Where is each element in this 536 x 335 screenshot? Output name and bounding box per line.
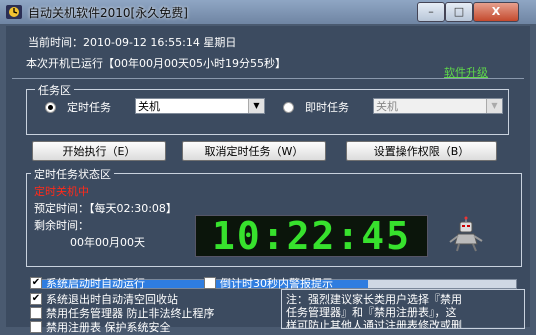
instant-task-value: 关机	[376, 100, 398, 113]
note-box: 注：强烈建议家长类用户选择『禁用 任务管理器』和『禁用注册表』，这 样可防止其他…	[281, 289, 525, 329]
cancel-timer-button[interactable]: 取消定时任务（W）	[182, 141, 326, 161]
timed-task-label: 定时任务	[67, 101, 111, 114]
autostart-label: 系统启动时自动运行	[46, 277, 145, 290]
status-area-legend: 定时任务状态区	[31, 166, 114, 182]
timed-task-radio[interactable]	[45, 102, 56, 113]
divider	[12, 78, 524, 79]
disable-taskmgr-checkbox[interactable]	[30, 307, 42, 319]
instant-task-radio[interactable]	[283, 102, 294, 113]
instant-task-label: 即时任务	[305, 101, 349, 114]
status-text: 定时关机中	[34, 185, 89, 198]
chevron-down-icon: ▼	[486, 99, 502, 113]
note-line: 样可防止其他人通过注册表修改或删	[286, 319, 462, 329]
remaining-date: 00年00月00天	[70, 236, 145, 249]
disable-regedit-label: 禁用注册表 保护系统安全	[46, 321, 171, 334]
main-panel: 当前时间：2010-09-12 16:55:14 星期日 本次开机已运行【00年…	[6, 26, 530, 334]
task-area-group: 任务区 定时任务 关机 ▼ 即时任务 关机 ▼	[26, 82, 509, 135]
disable-regedit-checkbox[interactable]	[30, 321, 42, 333]
close-button[interactable]: X	[473, 2, 519, 22]
remaining-label: 剩余时间：	[34, 219, 89, 232]
task-area-legend: 任务区	[35, 82, 74, 98]
title-bar: 自动关机软件2010[永久免费] – □ X	[0, 0, 536, 24]
app-icon	[6, 5, 22, 19]
countdown-display: 10:22:45	[195, 215, 428, 257]
uptime-text: 本次开机已运行【00年00月00天05小时19分55秒】	[26, 57, 286, 70]
timed-task-select[interactable]: 关机 ▼	[135, 98, 265, 114]
set-permission-button[interactable]: 设置操作权限（B）	[346, 141, 497, 161]
minimize-button[interactable]: –	[417, 2, 445, 22]
current-time: 当前时间：2010-09-12 16:55:14 星期日	[28, 36, 237, 49]
autostart-checkbox[interactable]: ✔	[30, 277, 42, 289]
clear-recycle-checkbox[interactable]: ✔	[30, 293, 42, 305]
scheduled-time: 预定时间：【每天02:30:08】	[34, 202, 177, 215]
maximize-button[interactable]: □	[445, 2, 473, 22]
window-title: 自动关机软件2010[永久免费]	[28, 6, 188, 20]
start-button[interactable]: 开始执行（E）	[32, 141, 166, 161]
instant-task-select[interactable]: 关机 ▼	[373, 98, 503, 114]
robot-icon	[449, 216, 483, 252]
timed-task-value: 关机	[138, 100, 160, 113]
chevron-down-icon: ▼	[248, 99, 264, 113]
warn-checkbox[interactable]	[204, 277, 216, 289]
